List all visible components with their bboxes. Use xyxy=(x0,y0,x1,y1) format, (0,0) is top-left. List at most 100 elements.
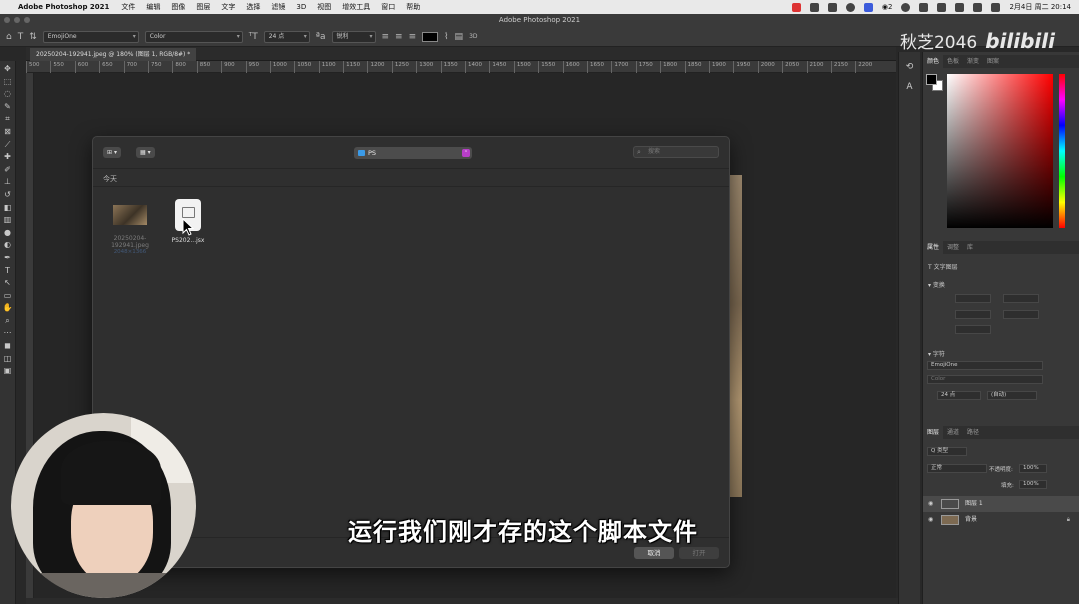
font-style-select[interactable]: Color xyxy=(144,30,243,43)
menu-view[interactable]: 视图 xyxy=(317,2,331,12)
hand-tool-icon[interactable]: ✋ xyxy=(2,304,14,312)
foreground-color-swatch[interactable] xyxy=(926,74,937,85)
marquee-tool-icon[interactable]: ⬚ xyxy=(2,77,14,86)
transform-section[interactable]: ▾ 变换 xyxy=(928,280,945,289)
character-panel-icon[interactable]: A xyxy=(906,82,912,92)
align-center-icon[interactable]: ≡ xyxy=(395,32,403,42)
menu-help[interactable]: 帮助 xyxy=(406,2,420,12)
view-mode-button[interactable]: ⊞ ▾ xyxy=(103,147,121,158)
color-picker-field[interactable] xyxy=(947,74,1053,228)
font-size-select[interactable]: 24 点 xyxy=(263,30,310,43)
tab-gradients[interactable]: 渐变 xyxy=(963,55,983,68)
menu-file[interactable]: 文件 xyxy=(121,2,135,12)
tab-color[interactable]: 颜色 xyxy=(923,55,944,68)
menu-plugins[interactable]: 增效工具 xyxy=(342,2,370,12)
wifi-icon[interactable] xyxy=(955,2,965,12)
lock-icon[interactable]: 🔒︎ xyxy=(1067,512,1070,528)
control-center-icon[interactable] xyxy=(991,2,1001,12)
brush-tool-icon[interactable]: ✐ xyxy=(2,165,14,174)
type-tool-icon[interactable]: T xyxy=(2,266,14,275)
tab-properties[interactable]: 属性 xyxy=(923,241,944,254)
cancel-button[interactable]: 取消 xyxy=(634,547,674,559)
healing-tool-icon[interactable]: ✚ xyxy=(2,153,14,161)
font-family-field[interactable]: EmojiOne xyxy=(927,361,1043,370)
menubar-clock[interactable]: 2月4日 周二 20:14 xyxy=(1009,2,1071,12)
close-window-button[interactable] xyxy=(4,17,10,23)
tab-patterns[interactable]: 图案 xyxy=(983,55,1003,68)
transform-w-field[interactable] xyxy=(955,294,991,303)
pen-tool-icon[interactable]: ✒ xyxy=(2,253,14,262)
dodge-tool-icon[interactable]: ◐ xyxy=(2,241,14,249)
move-tool-icon[interactable]: ✥ xyxy=(2,65,14,73)
eyedropper-tool-icon[interactable]: ⟋ xyxy=(2,140,14,149)
type-tool-icon[interactable]: T xyxy=(18,32,24,42)
more-tools-icon[interactable]: ⋯ xyxy=(2,329,14,337)
open-button[interactable]: 打开 xyxy=(679,547,719,559)
visibility-eye-icon[interactable]: ◉ xyxy=(928,496,933,512)
menu-filter[interactable]: 滤镜 xyxy=(271,2,285,12)
stamp-tool-icon[interactable]: ⊥ xyxy=(2,178,14,186)
align-left-icon[interactable]: ≡ xyxy=(382,32,390,42)
screen-mirror-icon[interactable] xyxy=(863,2,873,12)
menu-type[interactable]: 文字 xyxy=(221,2,235,12)
hue-slider[interactable] xyxy=(1059,74,1065,228)
quick-mask-icon[interactable]: ◫ xyxy=(2,354,14,363)
menu-app-name[interactable]: Adobe Photoshop 2021 xyxy=(18,3,109,11)
3d-icon[interactable]: 3D xyxy=(469,33,477,40)
crop-tool-icon[interactable]: ⌗ xyxy=(2,115,14,123)
quick-select-tool-icon[interactable]: ✎ xyxy=(2,102,14,111)
zoom-tool-icon[interactable]: ⌕ xyxy=(2,316,14,325)
transform-x-field[interactable] xyxy=(955,310,991,319)
menu-select[interactable]: 选择 xyxy=(246,2,260,12)
group-by-button[interactable]: ▦ ▾ xyxy=(136,147,155,158)
tab-paths[interactable]: 路径 xyxy=(963,426,983,439)
font-size-field[interactable]: 24 点 xyxy=(937,391,981,400)
visibility-eye-icon[interactable]: ◉ xyxy=(928,512,933,528)
history-brush-icon[interactable]: ↺ xyxy=(2,190,14,199)
tab-channels[interactable]: 通道 xyxy=(943,426,963,439)
text-color-swatch[interactable] xyxy=(422,31,439,42)
tray-app-icon[interactable] xyxy=(901,2,911,12)
leading-field[interactable]: (自动) xyxy=(987,391,1037,400)
location-popup[interactable]: PS ⌃ xyxy=(354,147,472,159)
transform-y-field[interactable] xyxy=(1003,310,1039,319)
lasso-tool-icon[interactable]: ◌ xyxy=(2,90,14,98)
search-icon[interactable] xyxy=(973,2,983,12)
tab-swatches[interactable]: 色板 xyxy=(943,55,963,68)
font-style-field[interactable]: Color xyxy=(927,375,1043,384)
tab-libraries[interactable]: 库 xyxy=(963,241,977,254)
screen-mode-icon[interactable]: ▣ xyxy=(2,367,14,375)
tab-adjustments[interactable]: 调整 xyxy=(943,241,963,254)
menu-window[interactable]: 窗口 xyxy=(381,2,395,12)
wechat-icon[interactable]: ◉2 xyxy=(882,3,893,11)
character-panel-icon[interactable]: ▤ xyxy=(455,32,464,42)
document-tab[interactable]: 20250204-192941.jpeg @ 180% (图层 1, RGB/8… xyxy=(30,48,197,61)
shape-tool-icon[interactable]: ▭ xyxy=(2,291,14,300)
text-orientation-icon[interactable]: ⇅ xyxy=(29,32,37,42)
history-panel-icon[interactable]: ⟲ xyxy=(906,62,914,72)
menu-image[interactable]: 图像 xyxy=(171,2,185,12)
blend-mode-select[interactable]: 正常 xyxy=(927,464,987,473)
home-icon[interactable]: ⌂ xyxy=(6,32,12,42)
align-right-icon[interactable]: ≡ xyxy=(409,32,417,42)
headphones-icon[interactable] xyxy=(919,2,929,12)
menu-3d[interactable]: 3D xyxy=(296,3,306,11)
tray-app-icon[interactable] xyxy=(809,2,819,12)
path-select-tool-icon[interactable]: ↖ xyxy=(2,279,14,287)
layer-kind-filter[interactable]: Q 类型 xyxy=(927,447,967,456)
minimize-window-button[interactable] xyxy=(14,17,20,23)
menu-layer[interactable]: 图层 xyxy=(196,2,210,12)
blur-tool-icon[interactable]: ● xyxy=(2,228,14,237)
search-input[interactable]: ⌕ 搜索 xyxy=(633,146,719,158)
tray-app-icon[interactable] xyxy=(845,2,855,12)
menu-edit[interactable]: 编辑 xyxy=(146,2,160,12)
layer-row-text[interactable]: ◉ 图层 1 xyxy=(923,496,1079,512)
record-icon[interactable] xyxy=(791,2,801,12)
tray-app-icon[interactable] xyxy=(827,2,837,12)
gradient-tool-icon[interactable]: ▥ xyxy=(2,216,14,224)
zoom-window-button[interactable] xyxy=(24,17,30,23)
color-swatches-icon[interactable]: ◼ xyxy=(2,342,14,350)
opacity-field[interactable]: 100% xyxy=(1019,464,1047,473)
warp-text-icon[interactable]: ⌇ xyxy=(444,32,448,42)
transform-angle-field[interactable] xyxy=(955,325,991,334)
